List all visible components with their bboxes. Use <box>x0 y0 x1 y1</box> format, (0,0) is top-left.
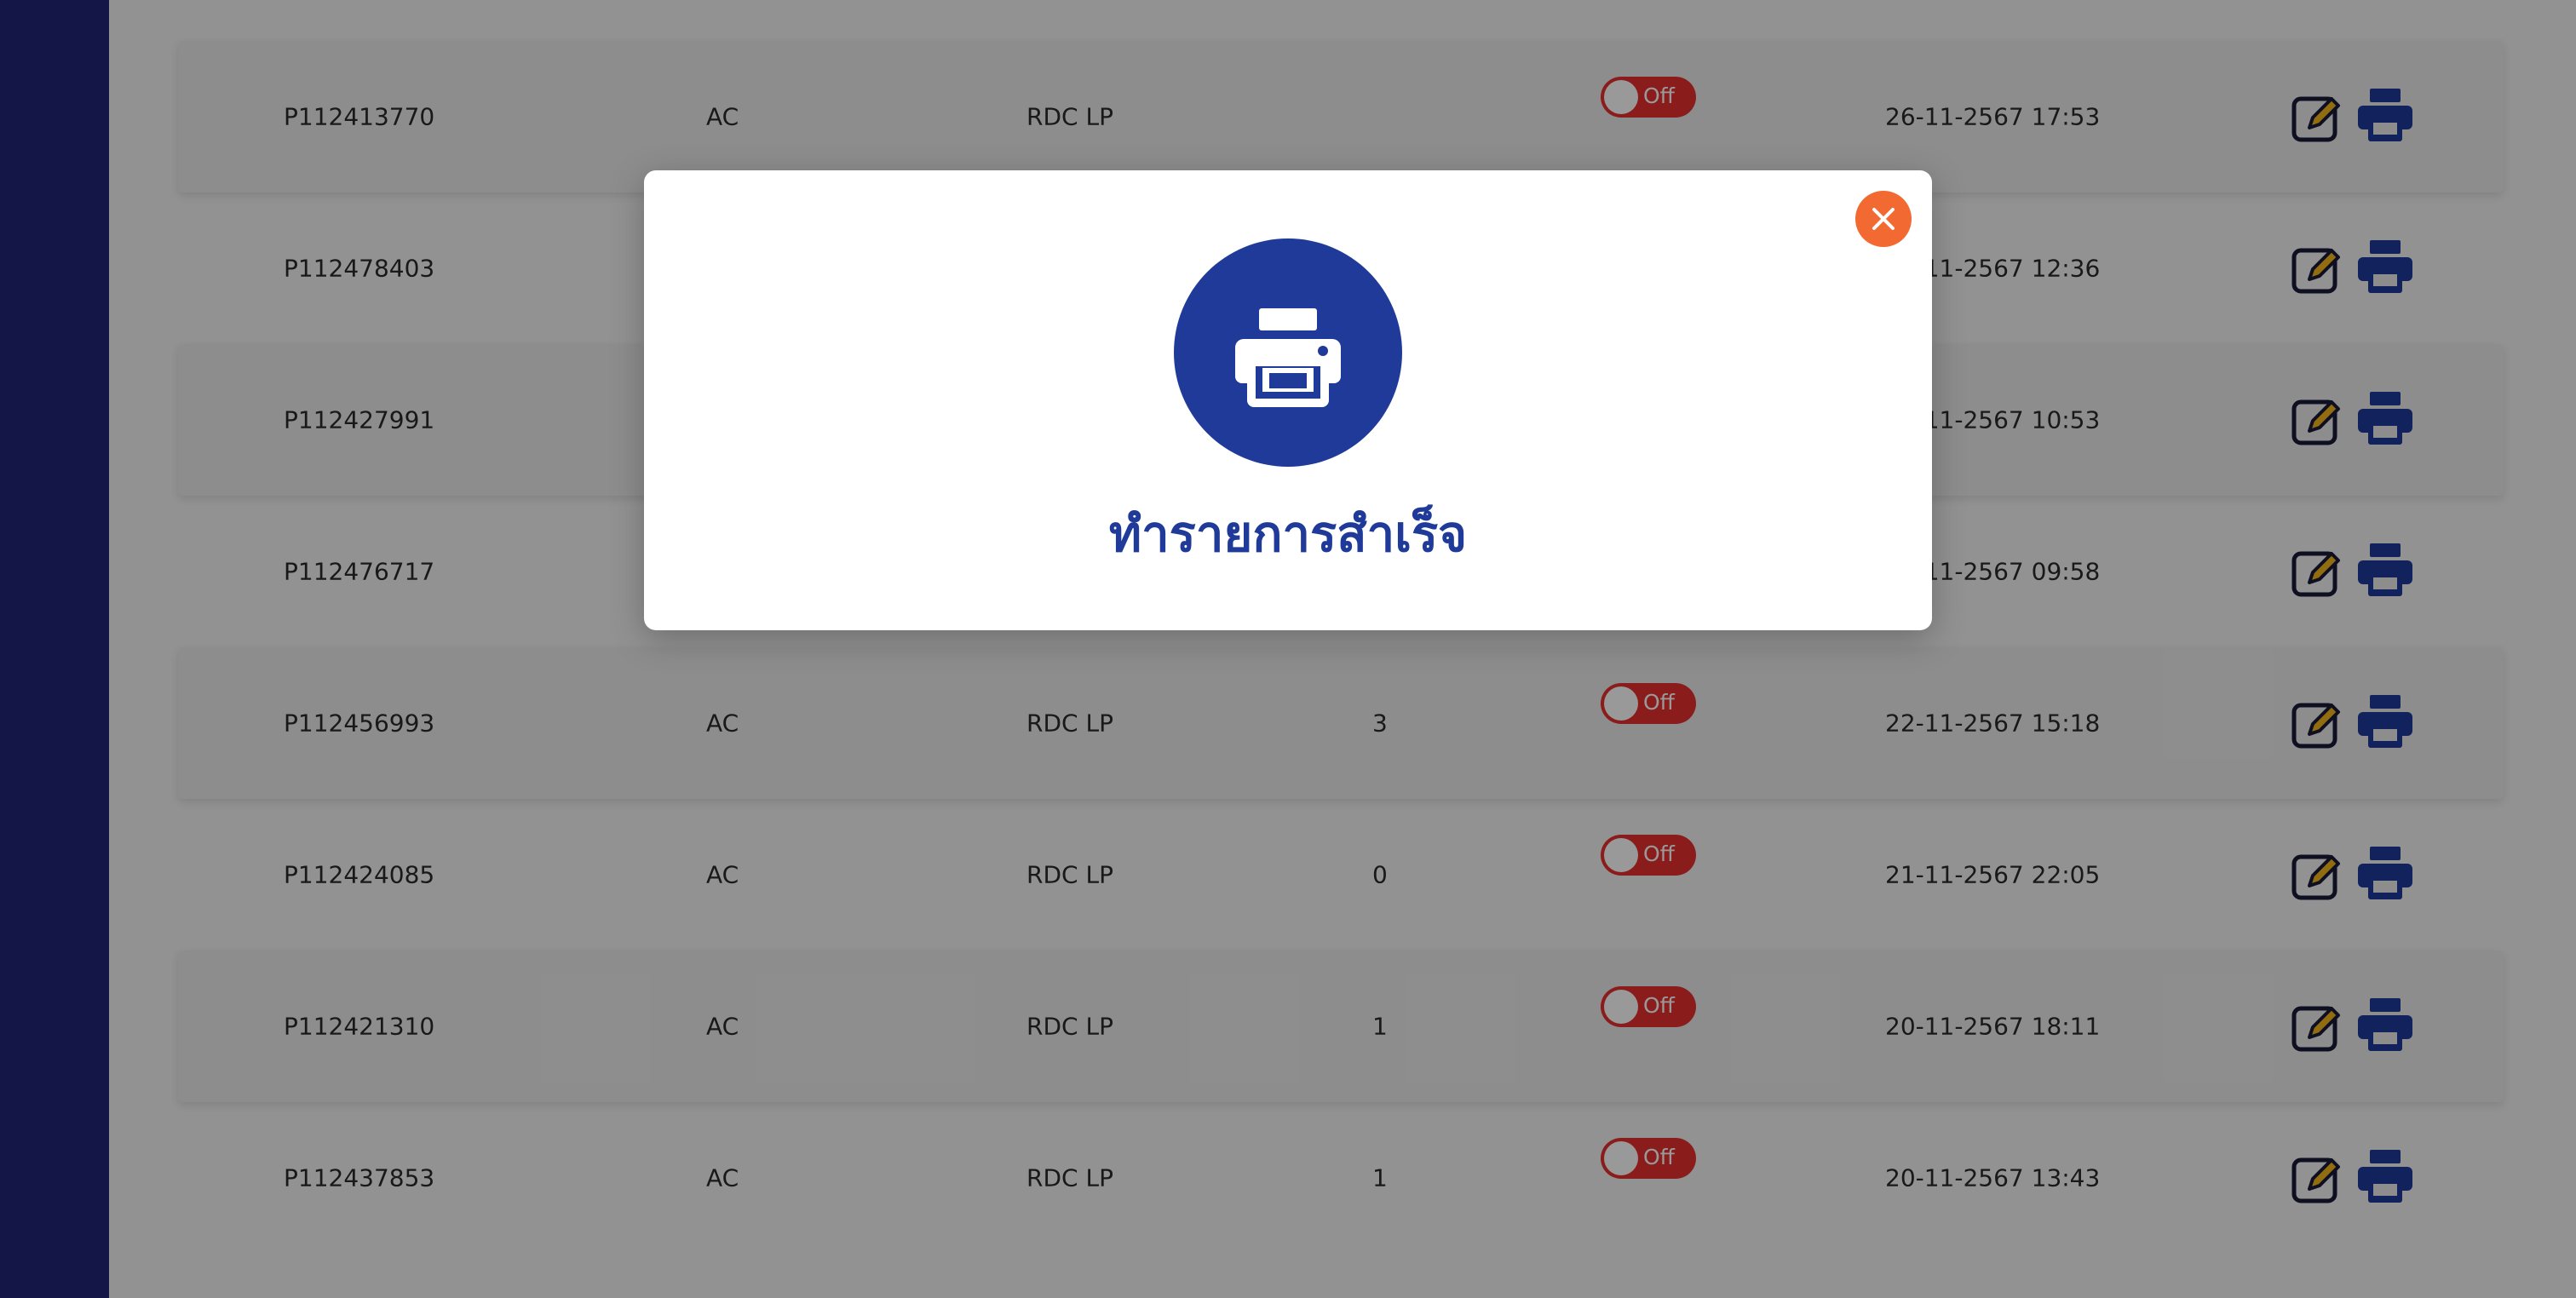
close-icon <box>1872 208 1895 230</box>
printer-icon <box>1235 308 1341 407</box>
success-modal: ทำรายการสำเร็จ <box>644 170 1932 630</box>
modal-close-button[interactable] <box>1855 191 1912 247</box>
modal-title: ทำรายการสำเร็จ <box>1108 505 1468 563</box>
success-printer-badge <box>1174 238 1402 467</box>
